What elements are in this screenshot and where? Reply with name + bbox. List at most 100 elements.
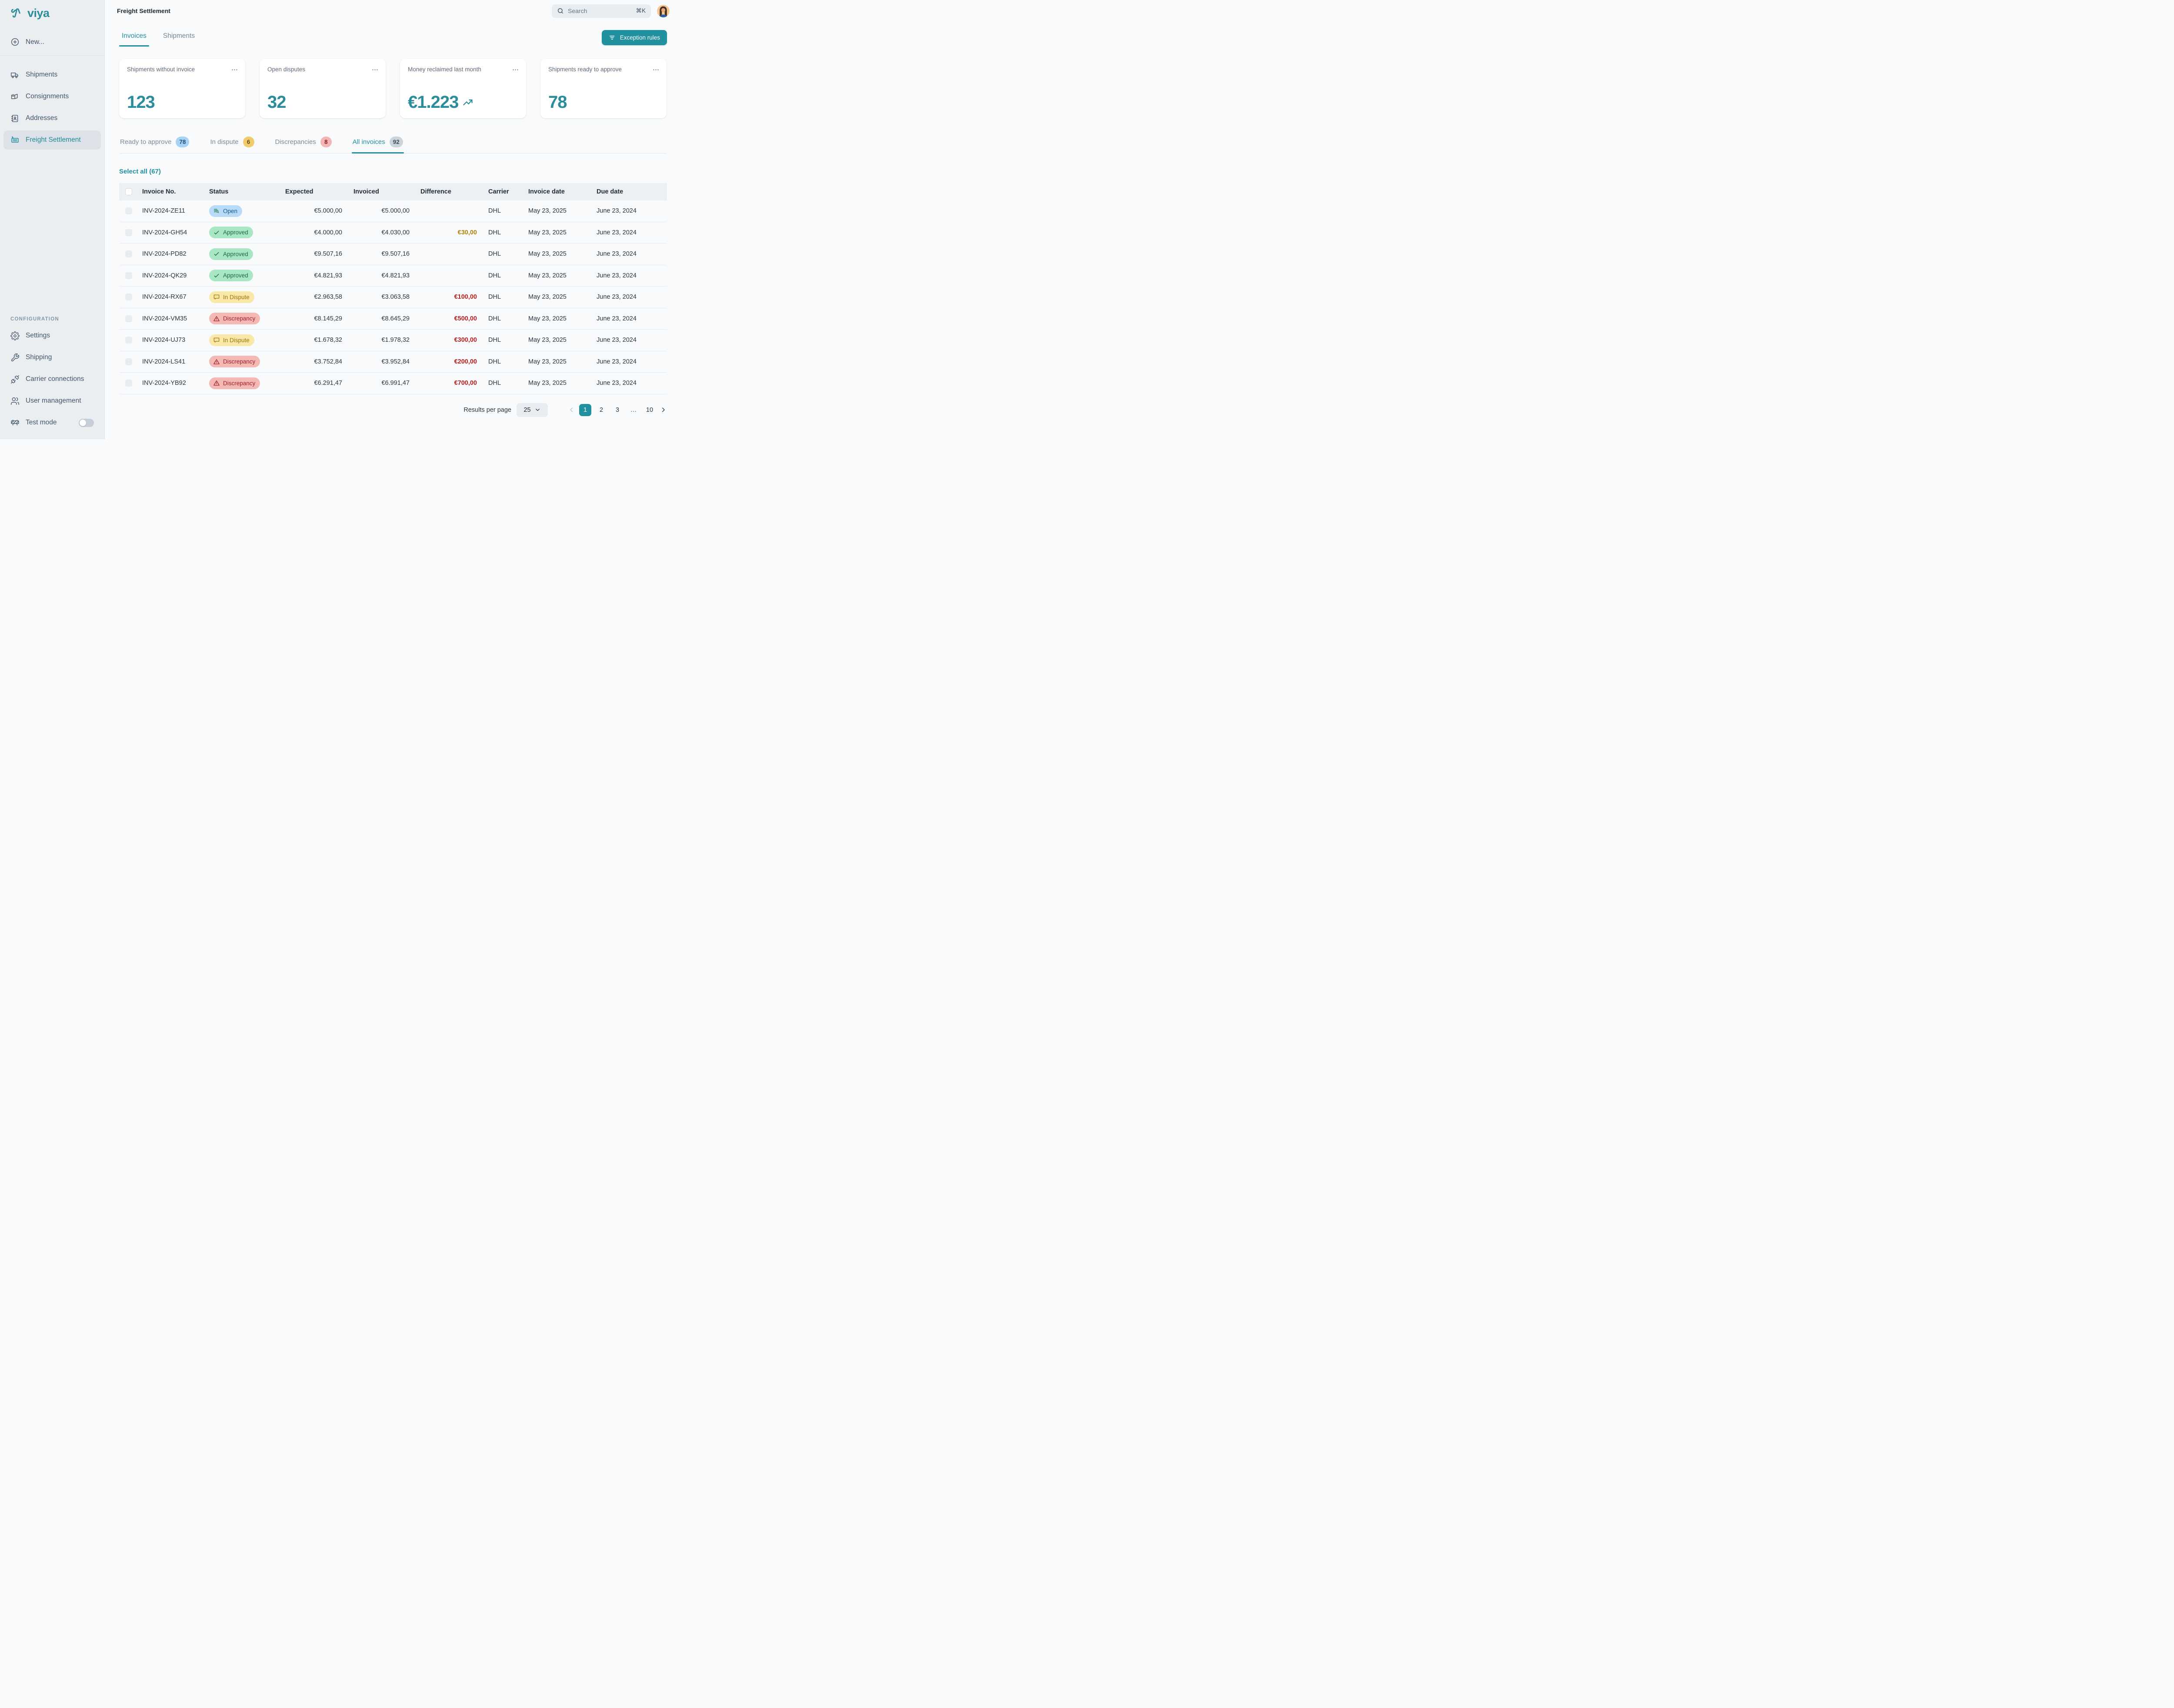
configuration-label: CONFIGURATION <box>3 317 101 322</box>
truck-icon <box>10 70 20 80</box>
sidebar-item-freight-settlement[interactable]: Freight Settlement <box>3 130 101 150</box>
cell-invoice_date: May 23, 2025 <box>522 294 591 300</box>
column-header-invoice-date: Invoice date <box>522 188 591 195</box>
table-row: INV-2024-PD82Approved€9.507,16€9.507,16D… <box>119 244 667 265</box>
cell-expected: €4.000,00 <box>280 229 343 236</box>
status-open-icon <box>213 207 220 214</box>
cell-invoiced: €6.991,47 <box>343 380 411 387</box>
cell-due_date: June 23, 2024 <box>591 358 667 365</box>
kpi-value: 78 <box>548 93 660 112</box>
wrench-icon <box>10 353 20 362</box>
cell-due_date: June 23, 2024 <box>591 250 667 257</box>
status-discrepancy-icon <box>213 380 220 387</box>
status-cell: Open <box>209 205 280 217</box>
row-checkbox[interactable] <box>125 315 132 322</box>
row-checkbox[interactable] <box>125 358 132 365</box>
page-button-3[interactable]: 3 <box>611 404 624 416</box>
status-cell: Approved <box>209 227 280 238</box>
filter-tab-ready-to-approve[interactable]: Ready to approve78 <box>119 137 190 153</box>
filter-tab-discrepancies[interactable]: Discrepancies 8 <box>274 137 333 153</box>
page-button-10[interactable]: 10 <box>644 404 656 416</box>
cell-invoice_date: May 23, 2025 <box>522 358 591 365</box>
tab-invoices[interactable]: Invoices <box>119 29 149 47</box>
status-label: Discrepancy <box>223 380 255 387</box>
filter-count-badge: 8 <box>320 137 332 147</box>
status-in-dispute-icon <box>213 294 220 300</box>
column-header-status: Status <box>209 188 280 195</box>
status-cell: Approved <box>209 270 280 281</box>
status-label: Approved <box>223 229 248 236</box>
sidebar-item-carrier-connections[interactable]: Carrier connections <box>3 370 101 389</box>
viya-logo-icon <box>10 7 24 20</box>
row-checkbox-cell <box>119 294 139 300</box>
tab-shipments[interactable]: Shipments <box>160 29 197 47</box>
trend-up-icon <box>462 97 474 108</box>
per-page-select[interactable]: 25 <box>517 403 548 417</box>
new-button[interactable]: New... <box>10 37 97 47</box>
exception-rules-label: Exception rules <box>620 34 660 41</box>
row-checkbox[interactable] <box>125 272 132 279</box>
sidebar-item-user-management[interactable]: User management <box>3 391 101 410</box>
cell-difference: €300,00 <box>411 337 478 344</box>
sidebar-item-label: Addresses <box>26 114 57 122</box>
filter-icon <box>609 34 616 41</box>
table-row: INV-2024-LS41Discrepancy€3.752,84€3.952,… <box>119 351 667 373</box>
kpi-menu-button[interactable] <box>652 66 660 73</box>
brand-name: viya <box>27 7 50 20</box>
cell-invoiced: €8.645,29 <box>343 315 411 322</box>
cell-invoice_date: May 23, 2025 <box>522 315 591 322</box>
search-input[interactable]: Search ⌘K <box>552 4 651 18</box>
row-checkbox-cell <box>119 337 139 344</box>
sidebar-item-addresses[interactable]: Addresses <box>3 109 101 128</box>
sidebar-nav: Shipments Consignments Addresses Freight Se… <box>0 56 104 152</box>
cell-due_date: June 23, 2024 <box>591 294 667 300</box>
sidebar-item-label: Carrier connections <box>26 375 84 383</box>
test-mode-toggle[interactable] <box>79 419 94 427</box>
select-all-link[interactable]: Select all (67) <box>119 168 161 175</box>
kpi-menu-button[interactable] <box>512 66 519 73</box>
kpi-card-header: Shipments ready to approve <box>548 66 660 73</box>
row-checkbox[interactable] <box>125 294 132 300</box>
sidebar-item-test-mode[interactable]: Test mode <box>3 413 101 432</box>
page-button-1[interactable]: 1 <box>579 404 591 416</box>
per-page-value: 25 <box>523 407 530 414</box>
cell-due_date: June 23, 2024 <box>591 315 667 322</box>
kpi-menu-button[interactable] <box>231 66 238 73</box>
filter-tabs: Ready to approve78 In dispute6 Discrepanci… <box>119 137 667 153</box>
filter-count-badge: 78 <box>176 137 189 147</box>
table-header-row: Invoice No.StatusExpectedInvoicedDiffere… <box>119 183 667 200</box>
chevron-right-icon[interactable] <box>660 406 667 414</box>
page-button-2[interactable]: 2 <box>595 404 607 416</box>
status-discrepancy-icon <box>213 358 220 365</box>
cell-carrier: DHL <box>478 315 522 322</box>
row-checkbox[interactable] <box>125 337 132 344</box>
cell-due_date: June 23, 2024 <box>591 272 667 279</box>
sidebar-item-shipments[interactable]: Shipments <box>3 65 101 84</box>
select-all-checkbox[interactable] <box>125 188 132 195</box>
cell-difference: €200,00 <box>411 358 478 365</box>
status-cell: Discrepancy <box>209 356 280 367</box>
kpi-menu-button[interactable] <box>371 66 379 73</box>
filter-label: Discrepancies <box>275 138 316 146</box>
sidebar-item-shipping[interactable]: Shipping <box>3 348 101 367</box>
user-avatar[interactable] <box>657 5 670 17</box>
row-checkbox[interactable] <box>125 250 132 257</box>
row-checkbox[interactable] <box>125 380 132 387</box>
chevron-left-icon[interactable] <box>568 406 575 414</box>
filter-count-badge: 92 <box>390 137 403 147</box>
kpi-value: 32 <box>267 93 379 112</box>
exception-rules-button[interactable]: Exception rules <box>602 30 667 45</box>
row-checkbox[interactable] <box>125 207 132 214</box>
cell-expected: €9.507,16 <box>280 250 343 257</box>
address-book-icon <box>10 114 20 123</box>
filter-tab-all-invoices[interactable]: All invoices92 <box>352 137 404 153</box>
sidebar-item-settings[interactable]: Settings <box>3 326 101 345</box>
invoice-icon <box>10 136 20 145</box>
sidebar-item-consignments[interactable]: Consignments <box>3 87 101 106</box>
filter-tab-in-dispute[interactable]: In dispute6 <box>209 137 255 153</box>
status-label: Approved <box>223 272 248 279</box>
cell-due_date: June 23, 2024 <box>591 229 667 236</box>
row-checkbox[interactable] <box>125 229 132 236</box>
kpi-title: Money reclaimed last month <box>408 66 481 73</box>
plus-circle-icon <box>10 37 20 47</box>
